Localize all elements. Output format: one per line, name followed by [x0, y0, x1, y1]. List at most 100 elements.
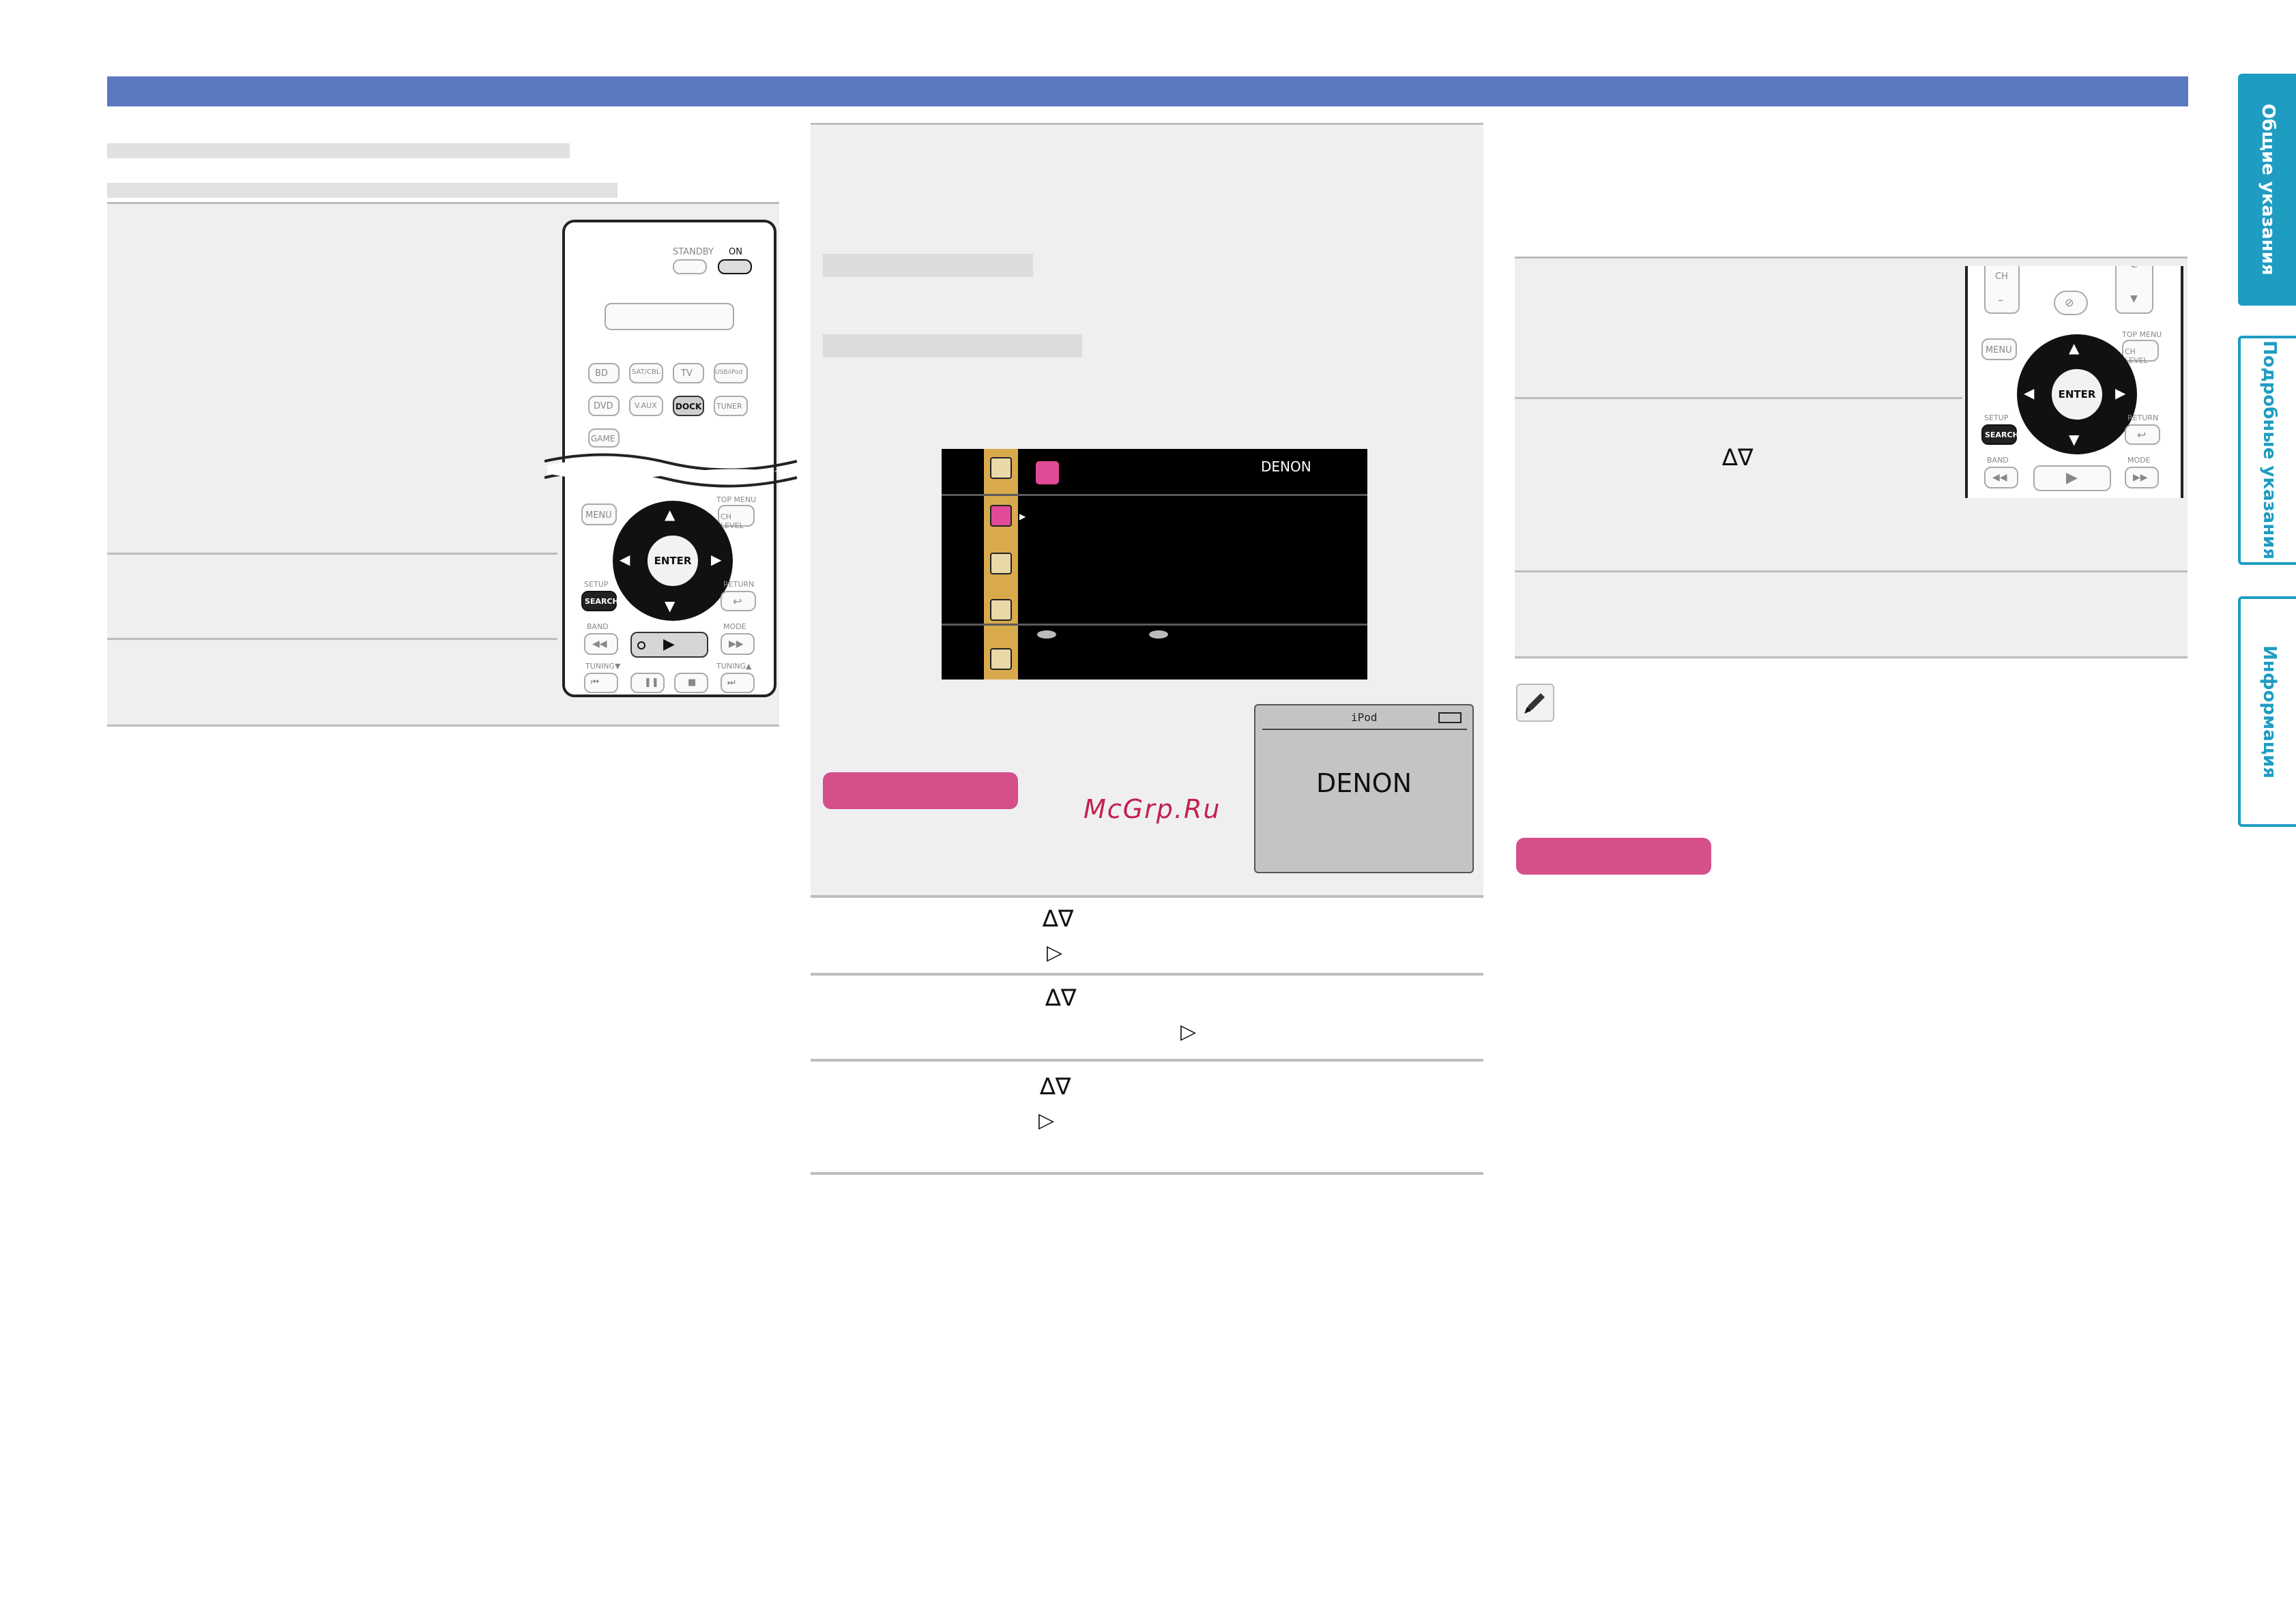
fast-forward-button[interactable]: ▶▶ [721, 633, 755, 655]
source-label: DOCK [675, 402, 702, 411]
menu-label: MENU [585, 510, 612, 521]
enter-button[interactable]: ENTER [2050, 367, 2104, 422]
remote-control-left: STANDBY ON BD SAT/CBL TV USB/iPod DVD V.… [544, 220, 798, 697]
ch-level-button[interactable]: CH LEVEL [718, 505, 755, 530]
rewind-icon: ◀◀ [1992, 472, 2007, 483]
source-button-satcbl[interactable]: SAT/CBL [629, 363, 663, 383]
cut-wave-icon [544, 453, 798, 488]
tab-general[interactable]: Общие указания [2238, 74, 2296, 306]
skip-back-button[interactable]: ⏮ [584, 673, 618, 693]
remote-sensor-window [605, 303, 734, 330]
fast-forward-icon: ▶▶ [2133, 472, 2148, 483]
source-button-bd[interactable]: BD [588, 363, 620, 383]
middle-heading-bar [823, 254, 1033, 277]
skip-forward-button[interactable]: ⏭ [721, 673, 755, 693]
rewind-button[interactable]: ◀◀ [584, 633, 618, 655]
battery-icon [1438, 712, 1462, 723]
search-button[interactable]: SEARCH [1981, 424, 2019, 445]
source-button-tuner[interactable]: TUNER [714, 396, 748, 416]
arrow-right-icon[interactable]: ▶ [711, 553, 721, 566]
enter-button[interactable]: ENTER [645, 534, 700, 588]
stop-button[interactable]: ■ [674, 673, 708, 693]
network-icon[interactable] [990, 553, 1012, 574]
pause-icon: ❚❚ [644, 677, 659, 688]
power-on-button[interactable] [718, 259, 752, 274]
menu-label: MENU [1986, 345, 2012, 355]
volume-icon: ◀) [2127, 266, 2138, 269]
play-button[interactable]: ▶ [630, 632, 708, 658]
arrow-left-icon[interactable]: ◀ [620, 553, 630, 566]
source-button-game[interactable]: GAME [588, 428, 620, 448]
arrow-down-icon[interactable]: ▼ [665, 599, 675, 613]
remote-control-right: CH – ⊘ ◀) ▼ TOP MENU MENU CH LEVEL ▲ ▼ ◀ ▶… [1965, 266, 2183, 498]
divider [811, 1059, 1483, 1062]
fast-forward-button[interactable]: ▶▶ [2125, 467, 2159, 488]
play-button[interactable]: ▶ [2033, 465, 2111, 491]
divider [1515, 570, 2188, 572]
source-button-dvd[interactable]: DVD [588, 396, 620, 416]
play-icon: ▶ [2066, 469, 2078, 486]
divider [107, 553, 557, 555]
note-label-pink [1516, 838, 1711, 875]
mute-icon: ⊘ [2065, 296, 2074, 309]
source-button-dock[interactable]: DOCK [673, 396, 704, 416]
play-icon: ▶ [663, 636, 675, 653]
divider [1515, 656, 2188, 658]
arrow-up-icon[interactable]: ▲ [2069, 341, 2079, 355]
ch-level-label: CH LEVEL [2125, 347, 2148, 365]
settings-icon[interactable] [990, 599, 1012, 621]
mode-label: MODE [723, 622, 746, 631]
source-button-usbipod[interactable]: USB/iPod [714, 363, 748, 383]
tab-general-label: Общие указания [2258, 104, 2278, 276]
menu-button[interactable]: MENU [581, 503, 617, 525]
tuning-down-label: TUNING▼ [585, 662, 621, 671]
rewind-button[interactable]: ◀◀ [1984, 467, 2018, 488]
source-label: TUNER [716, 402, 742, 411]
source-label: USB/iPod [715, 369, 743, 376]
return-button[interactable]: ↩ [721, 591, 756, 611]
arrow-up-icon[interactable]: ▲ [665, 508, 675, 521]
tab-info[interactable]: Информация [2238, 596, 2296, 827]
lcd-source-label: iPod [1351, 711, 1378, 724]
right-arrow-icon: ▷ [1038, 1109, 1055, 1133]
channel-button[interactable]: CH – [1984, 266, 2020, 314]
setup-label: SETUP [1984, 413, 2009, 422]
mute-button[interactable]: ⊘ [2054, 291, 2088, 315]
setup-label: SETUP [584, 580, 609, 589]
top-menu-label: TOP MENU [716, 495, 757, 504]
return-button[interactable]: ↩ [2125, 424, 2160, 445]
search-button[interactable]: SEARCH [581, 591, 619, 611]
source-button-tv[interactable]: TV [673, 363, 704, 383]
osd-brand-logo: DENON [1261, 458, 1311, 475]
stop-icon: ■ [688, 677, 697, 688]
arrow-down-icon[interactable]: ▼ [2069, 433, 2079, 446]
divider [107, 202, 779, 204]
divider [811, 895, 1483, 898]
arrow-left-icon[interactable]: ◀ [2024, 386, 2034, 400]
settings-icon [990, 457, 1012, 479]
ipod-icon[interactable] [990, 505, 1012, 527]
watermark: McGrp.Ru [1084, 794, 1221, 824]
skip-forward-icon: ⏭ [727, 677, 736, 688]
enter-label: ENTER [654, 555, 692, 567]
volume-button[interactable]: ◀) ▼ [2115, 266, 2153, 314]
tuning-up-label: TUNING▲ [716, 662, 752, 671]
return-icon: ↩ [733, 595, 742, 608]
source-label: V.AUX [635, 401, 657, 410]
ipod-icon[interactable] [990, 648, 1012, 670]
standby-button[interactable] [673, 259, 707, 274]
ch-level-button[interactable]: CH LEVEL [2122, 340, 2159, 365]
menu-button[interactable]: MENU [1981, 338, 2017, 360]
source-button-vaux[interactable]: V.AUX [629, 396, 663, 416]
ch-level-label: CH LEVEL [721, 512, 744, 530]
arrow-right-icon[interactable]: ▶ [2115, 386, 2125, 400]
return-label: RETURN [2127, 413, 2159, 422]
osd-screen: ▶ DENON [942, 449, 1367, 680]
osd-divider [942, 624, 1367, 626]
volume-down-icon: ▼ [2130, 293, 2138, 304]
pause-button[interactable]: ❚❚ [630, 673, 665, 693]
skip-back-icon: ⏮ [591, 677, 599, 688]
tab-info-label: Информация [2259, 645, 2280, 778]
standby-label: STANDBY [673, 247, 714, 257]
tab-detailed[interactable]: Подробные указания [2238, 336, 2296, 565]
